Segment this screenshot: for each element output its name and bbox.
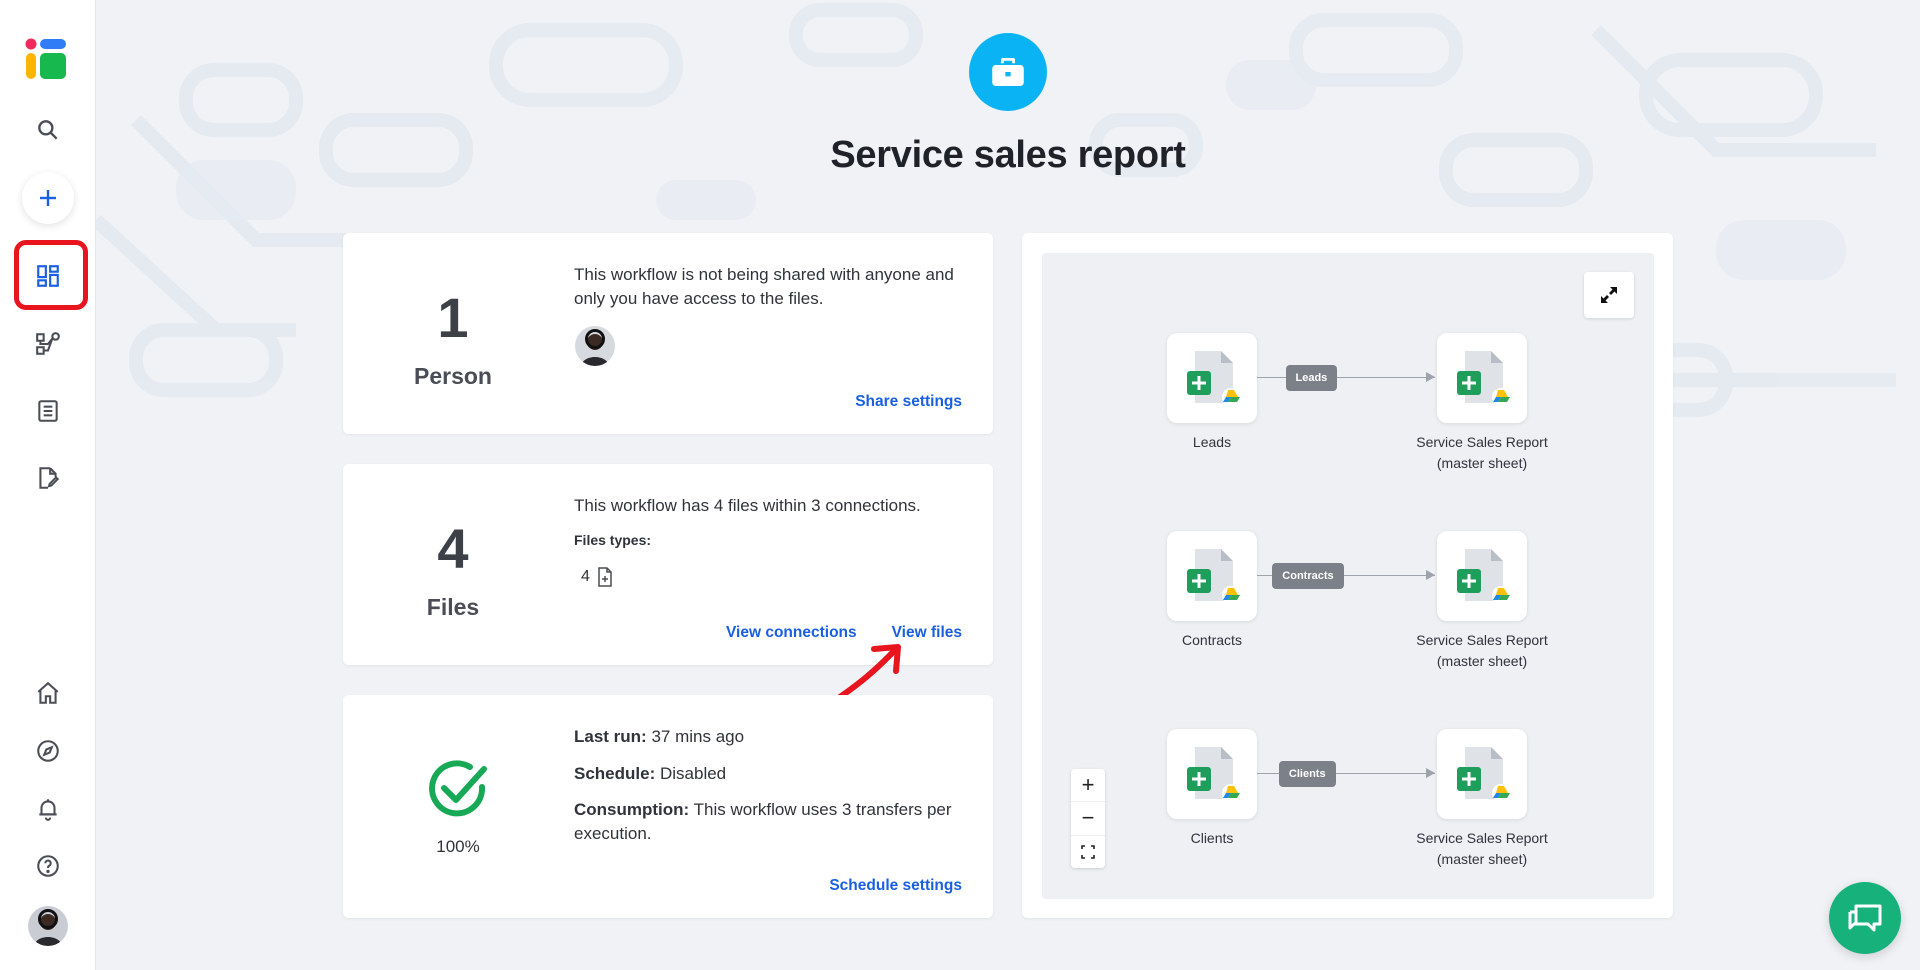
search-icon: [38, 120, 58, 140]
zoom-in-button[interactable]: +: [1071, 769, 1105, 803]
schedule-settings-link[interactable]: Schedule settings: [829, 877, 962, 895]
connection-arrow-icon: [1426, 768, 1435, 778]
target-sheet-node[interactable]: [1437, 531, 1527, 621]
files-count-label: Files: [426, 594, 480, 620]
target-sheet-label: Service Sales Report (master sheet): [1382, 432, 1582, 474]
schedule-value: Disabled: [659, 764, 727, 783]
success-percent: 100%: [436, 837, 480, 856]
workflows-button[interactable]: [24, 320, 72, 368]
file-type-count: 4: [581, 568, 590, 585]
sharing-count-label: Person: [414, 363, 492, 389]
files-card: 4 Files This workflow has 4 files within…: [343, 464, 993, 665]
expand-icon: [1601, 287, 1617, 303]
check-circle-icon: [429, 760, 487, 817]
home-icon: [37, 681, 59, 704]
source-sheet-label: Clients: [1190, 830, 1234, 846]
fit-view-icon: [1081, 845, 1095, 859]
schedule-label: Schedule:: [574, 764, 656, 783]
connection-arrow-icon: [1426, 570, 1435, 580]
files-description: This workflow has 4 files within 3 conne…: [574, 496, 921, 515]
sharing-description: This workflow is not being shared with a…: [574, 265, 954, 308]
target-sheet-label-line1: Service Sales Report: [1416, 434, 1548, 450]
view-files-link[interactable]: View files: [892, 624, 962, 642]
consumption-label: Consumption:: [574, 800, 690, 819]
fit-view-button[interactable]: [1071, 836, 1105, 868]
notifications-button[interactable]: [24, 785, 72, 833]
connection-arrow-icon: [1426, 372, 1435, 382]
target-sheet-node[interactable]: [1437, 729, 1527, 819]
sharing-card: 1 Person This workflow is not being shar…: [343, 233, 993, 434]
explore-button[interactable]: [24, 727, 72, 775]
view-connections-link[interactable]: View connections: [726, 624, 857, 642]
target-sheet-node[interactable]: [1437, 333, 1527, 423]
files-count: 4: [437, 517, 469, 580]
zoom-out-button[interactable]: −: [1071, 802, 1105, 836]
workflow-diagram: [1042, 253, 1654, 899]
share-settings-link[interactable]: Share settings: [855, 393, 962, 411]
expand-button[interactable]: [1584, 272, 1634, 318]
dashboard-button[interactable]: [24, 252, 72, 300]
connection-line: [1257, 377, 1435, 378]
files-types-label: Files types:: [574, 532, 652, 548]
plus-icon: [40, 190, 56, 206]
add-button[interactable]: [22, 172, 74, 224]
sidebar: [0, 0, 96, 970]
source-sheet-label: Contracts: [1182, 632, 1242, 648]
compass-icon: [37, 740, 59, 762]
source-sheet-node[interactable]: [1167, 333, 1257, 423]
help-icon: [37, 855, 59, 877]
sharing-count: 1: [437, 286, 469, 349]
target-sheet-label-line1: Service Sales Report: [1416, 632, 1548, 648]
edit-document-icon: [39, 467, 60, 489]
home-button[interactable]: [24, 669, 72, 717]
consumption: Consumption: This workflow uses 3 transf…: [574, 798, 974, 846]
document-list-icon: [38, 400, 58, 422]
page-title: Service sales report: [830, 134, 1186, 176]
chat-icon: [1848, 904, 1882, 932]
help-button[interactable]: [24, 842, 72, 890]
schedule: Schedule: Disabled: [574, 762, 974, 786]
connection-badge[interactable]: Leads: [1285, 365, 1338, 391]
spreadsheet-file-icon: [598, 567, 612, 587]
dashboard-icon: [37, 265, 59, 287]
target-sheet-label: Service Sales Report (master sheet): [1382, 630, 1582, 672]
search-button[interactable]: [24, 106, 72, 154]
connection-badge[interactable]: Clients: [1278, 761, 1336, 787]
source-sheet-node[interactable]: [1167, 729, 1257, 819]
logs-button[interactable]: [24, 387, 72, 435]
target-sheet-label-line2: (master sheet): [1436, 455, 1528, 471]
zoom-controls: + −: [1071, 769, 1105, 868]
briefcase-icon: [969, 33, 1047, 111]
bell-icon: [39, 799, 57, 821]
templates-button[interactable]: [24, 454, 72, 502]
source-sheet-node[interactable]: [1167, 531, 1257, 621]
shared-user-avatar: [575, 326, 615, 366]
chat-button[interactable]: [1829, 882, 1901, 954]
connection-badge[interactable]: Contracts: [1272, 563, 1344, 589]
target-sheet-label: Service Sales Report (master sheet): [1382, 828, 1582, 870]
target-sheet-label-line2: (master sheet): [1436, 851, 1528, 867]
status-card: 100% Last run: 37 mins ago Schedule: Dis…: [343, 695, 993, 918]
last-run: Last run: 37 mins ago: [574, 725, 974, 749]
last-run-value: 37 mins ago: [651, 727, 745, 746]
target-sheet-label-line1: Service Sales Report: [1416, 830, 1548, 846]
last-run-label: Last run:: [574, 727, 647, 746]
target-sheet-label-line2: (master sheet): [1436, 653, 1528, 669]
workflow-icon: [36, 332, 60, 355]
source-sheet-label: Leads: [1192, 434, 1232, 450]
avatar[interactable]: [28, 906, 68, 946]
app-logo[interactable]: [24, 36, 70, 82]
